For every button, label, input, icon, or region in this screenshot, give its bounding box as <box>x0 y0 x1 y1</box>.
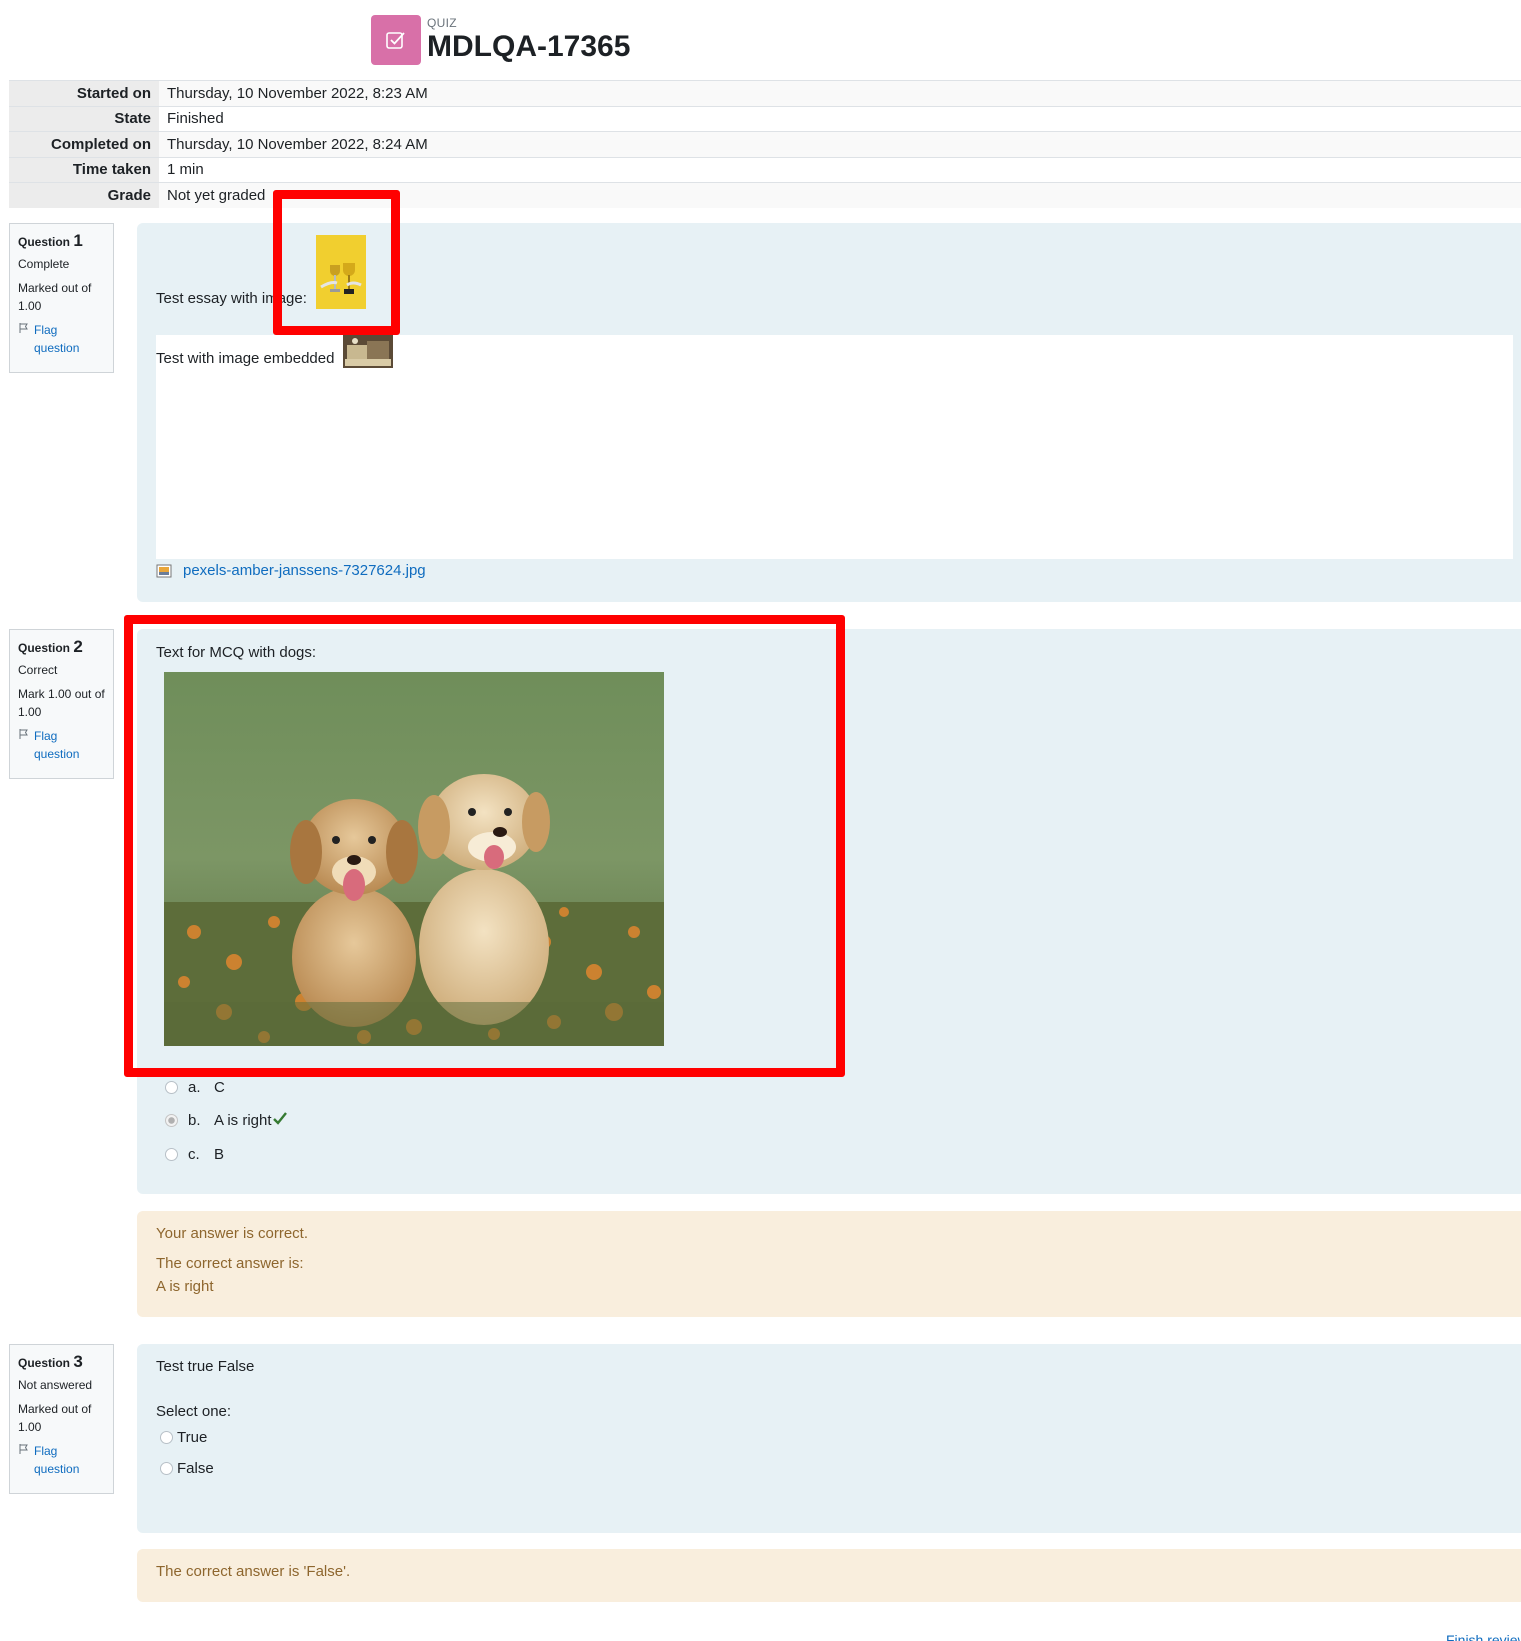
radio-button[interactable] <box>165 1081 178 1094</box>
flag-question-link[interactable]: Flag question <box>18 727 105 763</box>
summary-row: State Finished <box>9 106 1521 132</box>
flag-icon <box>18 321 32 357</box>
question-text: Test essay with image: <box>156 290 307 307</box>
mcq-option[interactable]: a. C <box>165 1079 225 1096</box>
summary-label: Grade <box>9 182 159 208</box>
question-2-content: Text for MCQ with dogs: a. C b. A is rig… <box>137 629 1521 1194</box>
essay-response-text: Test with image embedded <box>156 350 335 367</box>
question-state: Complete <box>18 257 70 271</box>
question-state: Not answered <box>18 1378 93 1392</box>
question-1-content: Test essay with image: Test with image e… <box>137 223 1521 602</box>
dogs-image <box>164 672 664 1046</box>
flag-icon <box>18 1442 32 1478</box>
question-state: Correct <box>18 663 58 677</box>
page-header: QUIZ MDLQA-17365 <box>371 14 630 66</box>
option-text: A is right <box>214 1112 272 1129</box>
question-number: Question 2 <box>18 637 83 656</box>
right-answer: A is right <box>156 1278 214 1295</box>
attempt-summary-table: Started on Thursday, 10 November 2022, 8… <box>9 80 1521 208</box>
question-grade: Mark 1.00 out of 1.00 <box>18 687 105 719</box>
image-file-icon <box>156 563 172 579</box>
question-2-outcome: Your answer is correct. The correct answ… <box>137 1211 1521 1317</box>
option-text: True <box>177 1429 208 1446</box>
question-3-info: Question 3 Not answered Marked out of 1.… <box>9 1344 114 1494</box>
right-answer: The correct answer is 'False'. <box>156 1563 351 1580</box>
question-number: Question 1 <box>18 231 83 250</box>
option-letter: b. <box>188 1112 201 1129</box>
radio-button[interactable] <box>165 1148 178 1161</box>
question-2-info: Question 2 Correct Mark 1.00 out of 1.00… <box>9 629 114 779</box>
summary-label: Completed on <box>9 131 159 157</box>
summary-row: Grade Not yet graded <box>9 182 1521 208</box>
question-number: Question 3 <box>18 1352 83 1371</box>
question-grade: Marked out of 1.00 <box>18 281 92 313</box>
flag-question-link[interactable]: Flag question <box>18 321 105 357</box>
option-letter: a. <box>188 1079 201 1096</box>
essay-response-area: Test with image embedded <box>156 335 1513 559</box>
summary-value: Finished <box>159 106 1521 132</box>
summary-label: Started on <box>9 80 159 106</box>
page-title: MDLQA-17365 <box>427 30 631 63</box>
option-text: False <box>177 1460 214 1477</box>
summary-label: State <box>9 106 159 132</box>
radio-button[interactable] <box>160 1462 173 1475</box>
module-type-label: QUIZ <box>427 16 457 30</box>
mcq-option[interactable]: b. A is right <box>165 1112 287 1129</box>
radio-button[interactable] <box>160 1431 173 1444</box>
summary-value: Thursday, 10 November 2022, 8:24 AM <box>159 131 1521 157</box>
tf-option-true[interactable]: True <box>160 1429 207 1446</box>
option-text: B <box>214 1146 225 1163</box>
summary-value: Not yet graded <box>159 182 1521 208</box>
attachment-filename[interactable]: pexels-amber-janssens-7327624.jpg <box>183 562 426 579</box>
summary-label: Time taken <box>9 157 159 183</box>
flag-icon <box>18 727 32 763</box>
select-one-prompt: Select one: <box>156 1403 232 1420</box>
tf-option-false[interactable]: False <box>160 1460 214 1477</box>
mcq-option[interactable]: c. B <box>165 1146 224 1163</box>
question-3-content: Test true False Select one: True False <box>137 1344 1521 1533</box>
summary-value: Thursday, 10 November 2022, 8:23 AM <box>159 80 1521 106</box>
finish-review-link[interactable]: Finish review <box>1446 1630 1521 1641</box>
embedded-image <box>343 335 393 368</box>
summary-row: Started on Thursday, 10 November 2022, 8… <box>9 80 1521 106</box>
correct-check-icon <box>272 1112 287 1129</box>
option-text: C <box>214 1079 225 1096</box>
right-answer-label: The correct answer is: <box>156 1255 304 1272</box>
attachment-link[interactable]: pexels-amber-janssens-7327624.jpg <box>156 562 426 579</box>
option-letter: c. <box>188 1146 200 1163</box>
quiz-checkbox-icon <box>371 15 421 65</box>
question-text: Text for MCQ with dogs: <box>156 644 317 661</box>
question-text: Test true False <box>156 1358 255 1375</box>
question-1-info: Question 1 Complete Marked out of 1.00 F… <box>9 223 114 373</box>
trophy-image <box>316 235 366 309</box>
feedback-text: Your answer is correct. <box>156 1225 309 1242</box>
summary-row: Time taken 1 min <box>9 157 1521 183</box>
question-3-outcome: The correct answer is 'False'. <box>137 1549 1521 1602</box>
question-grade: Marked out of 1.00 <box>18 1402 92 1434</box>
summary-value: 1 min <box>159 157 1521 183</box>
summary-row: Completed on Thursday, 10 November 2022,… <box>9 131 1521 157</box>
flag-question-link[interactable]: Flag question <box>18 1442 105 1478</box>
radio-button[interactable] <box>165 1114 178 1127</box>
